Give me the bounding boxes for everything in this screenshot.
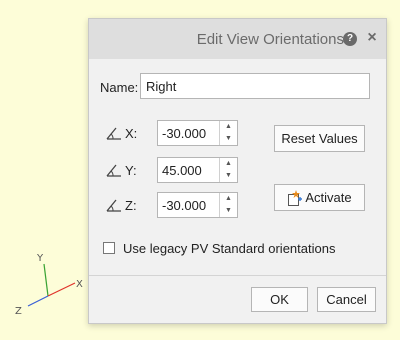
ok-button[interactable]: OK: [251, 287, 308, 312]
y-rotation-value[interactable]: 45.000: [162, 163, 202, 178]
triad-z-label: Z: [15, 306, 22, 317]
y-decrement-icon[interactable]: ▼: [220, 170, 237, 182]
help-icon[interactable]: ?: [343, 32, 357, 46]
triad-y-label: Y: [36, 253, 44, 264]
z-spin-arrows: ▲ ▼: [219, 193, 237, 217]
x-rotation-spinbox[interactable]: -30.000 ▲ ▼: [157, 120, 238, 146]
legacy-orientations-checkbox[interactable]: [103, 242, 115, 254]
x-increment-icon[interactable]: ▲: [220, 121, 237, 133]
activate-icon: [288, 190, 302, 206]
name-input[interactable]: [140, 73, 370, 99]
triad-z-axis: [27, 295, 49, 307]
coordinate-triad: Y X Z: [0, 240, 95, 320]
x-rotation-row: X: -30.000 ▲ ▼: [89, 120, 249, 146]
z-decrement-icon[interactable]: ▼: [220, 205, 237, 217]
legacy-orientations-label[interactable]: Use legacy PV Standard orientations: [123, 241, 335, 256]
dialog-title: Edit View Orientations: [196, 31, 344, 48]
y-spin-arrows: ▲ ▼: [219, 158, 237, 182]
activate-button[interactable]: Activate: [274, 184, 365, 211]
x-decrement-icon[interactable]: ▼: [220, 133, 237, 145]
z-label: Z:: [125, 198, 137, 213]
dialog-titlebar[interactable]: Edit View Orientations ? ×: [89, 19, 386, 59]
cancel-button[interactable]: Cancel: [317, 287, 376, 312]
y-increment-icon[interactable]: ▲: [220, 158, 237, 170]
x-spin-arrows: ▲ ▼: [219, 121, 237, 145]
activate-label: Activate: [305, 190, 352, 205]
z-rotation-spinbox[interactable]: -30.000 ▲ ▼: [157, 192, 238, 218]
edit-view-orientations-dialog: Edit View Orientations ? × Name: X: -30.…: [88, 18, 387, 324]
z-increment-icon[interactable]: ▲: [220, 193, 237, 205]
triad-x-label: X: [76, 279, 83, 290]
x-rotation-value[interactable]: -30.000: [162, 126, 206, 141]
z-rotation-value[interactable]: -30.000: [162, 198, 206, 213]
dialog-footer: OK Cancel: [89, 275, 386, 323]
name-label: Name:: [100, 80, 139, 95]
y-rotation-spinbox[interactable]: 45.000 ▲ ▼: [157, 157, 238, 183]
x-label: X:: [125, 126, 138, 141]
z-rotation-row: Z: -30.000 ▲ ▼: [89, 192, 249, 218]
reset-values-button[interactable]: Reset Values: [274, 125, 365, 152]
triad-y-axis: [43, 263, 49, 297]
y-rotation-row: Y: 45.000 ▲ ▼: [89, 157, 249, 183]
angle-icon: [106, 164, 121, 177]
angle-icon: [106, 127, 121, 140]
triad-x-axis: [47, 282, 76, 297]
y-label: Y:: [125, 163, 137, 178]
angle-icon: [106, 199, 121, 212]
close-icon[interactable]: ×: [365, 29, 379, 47]
